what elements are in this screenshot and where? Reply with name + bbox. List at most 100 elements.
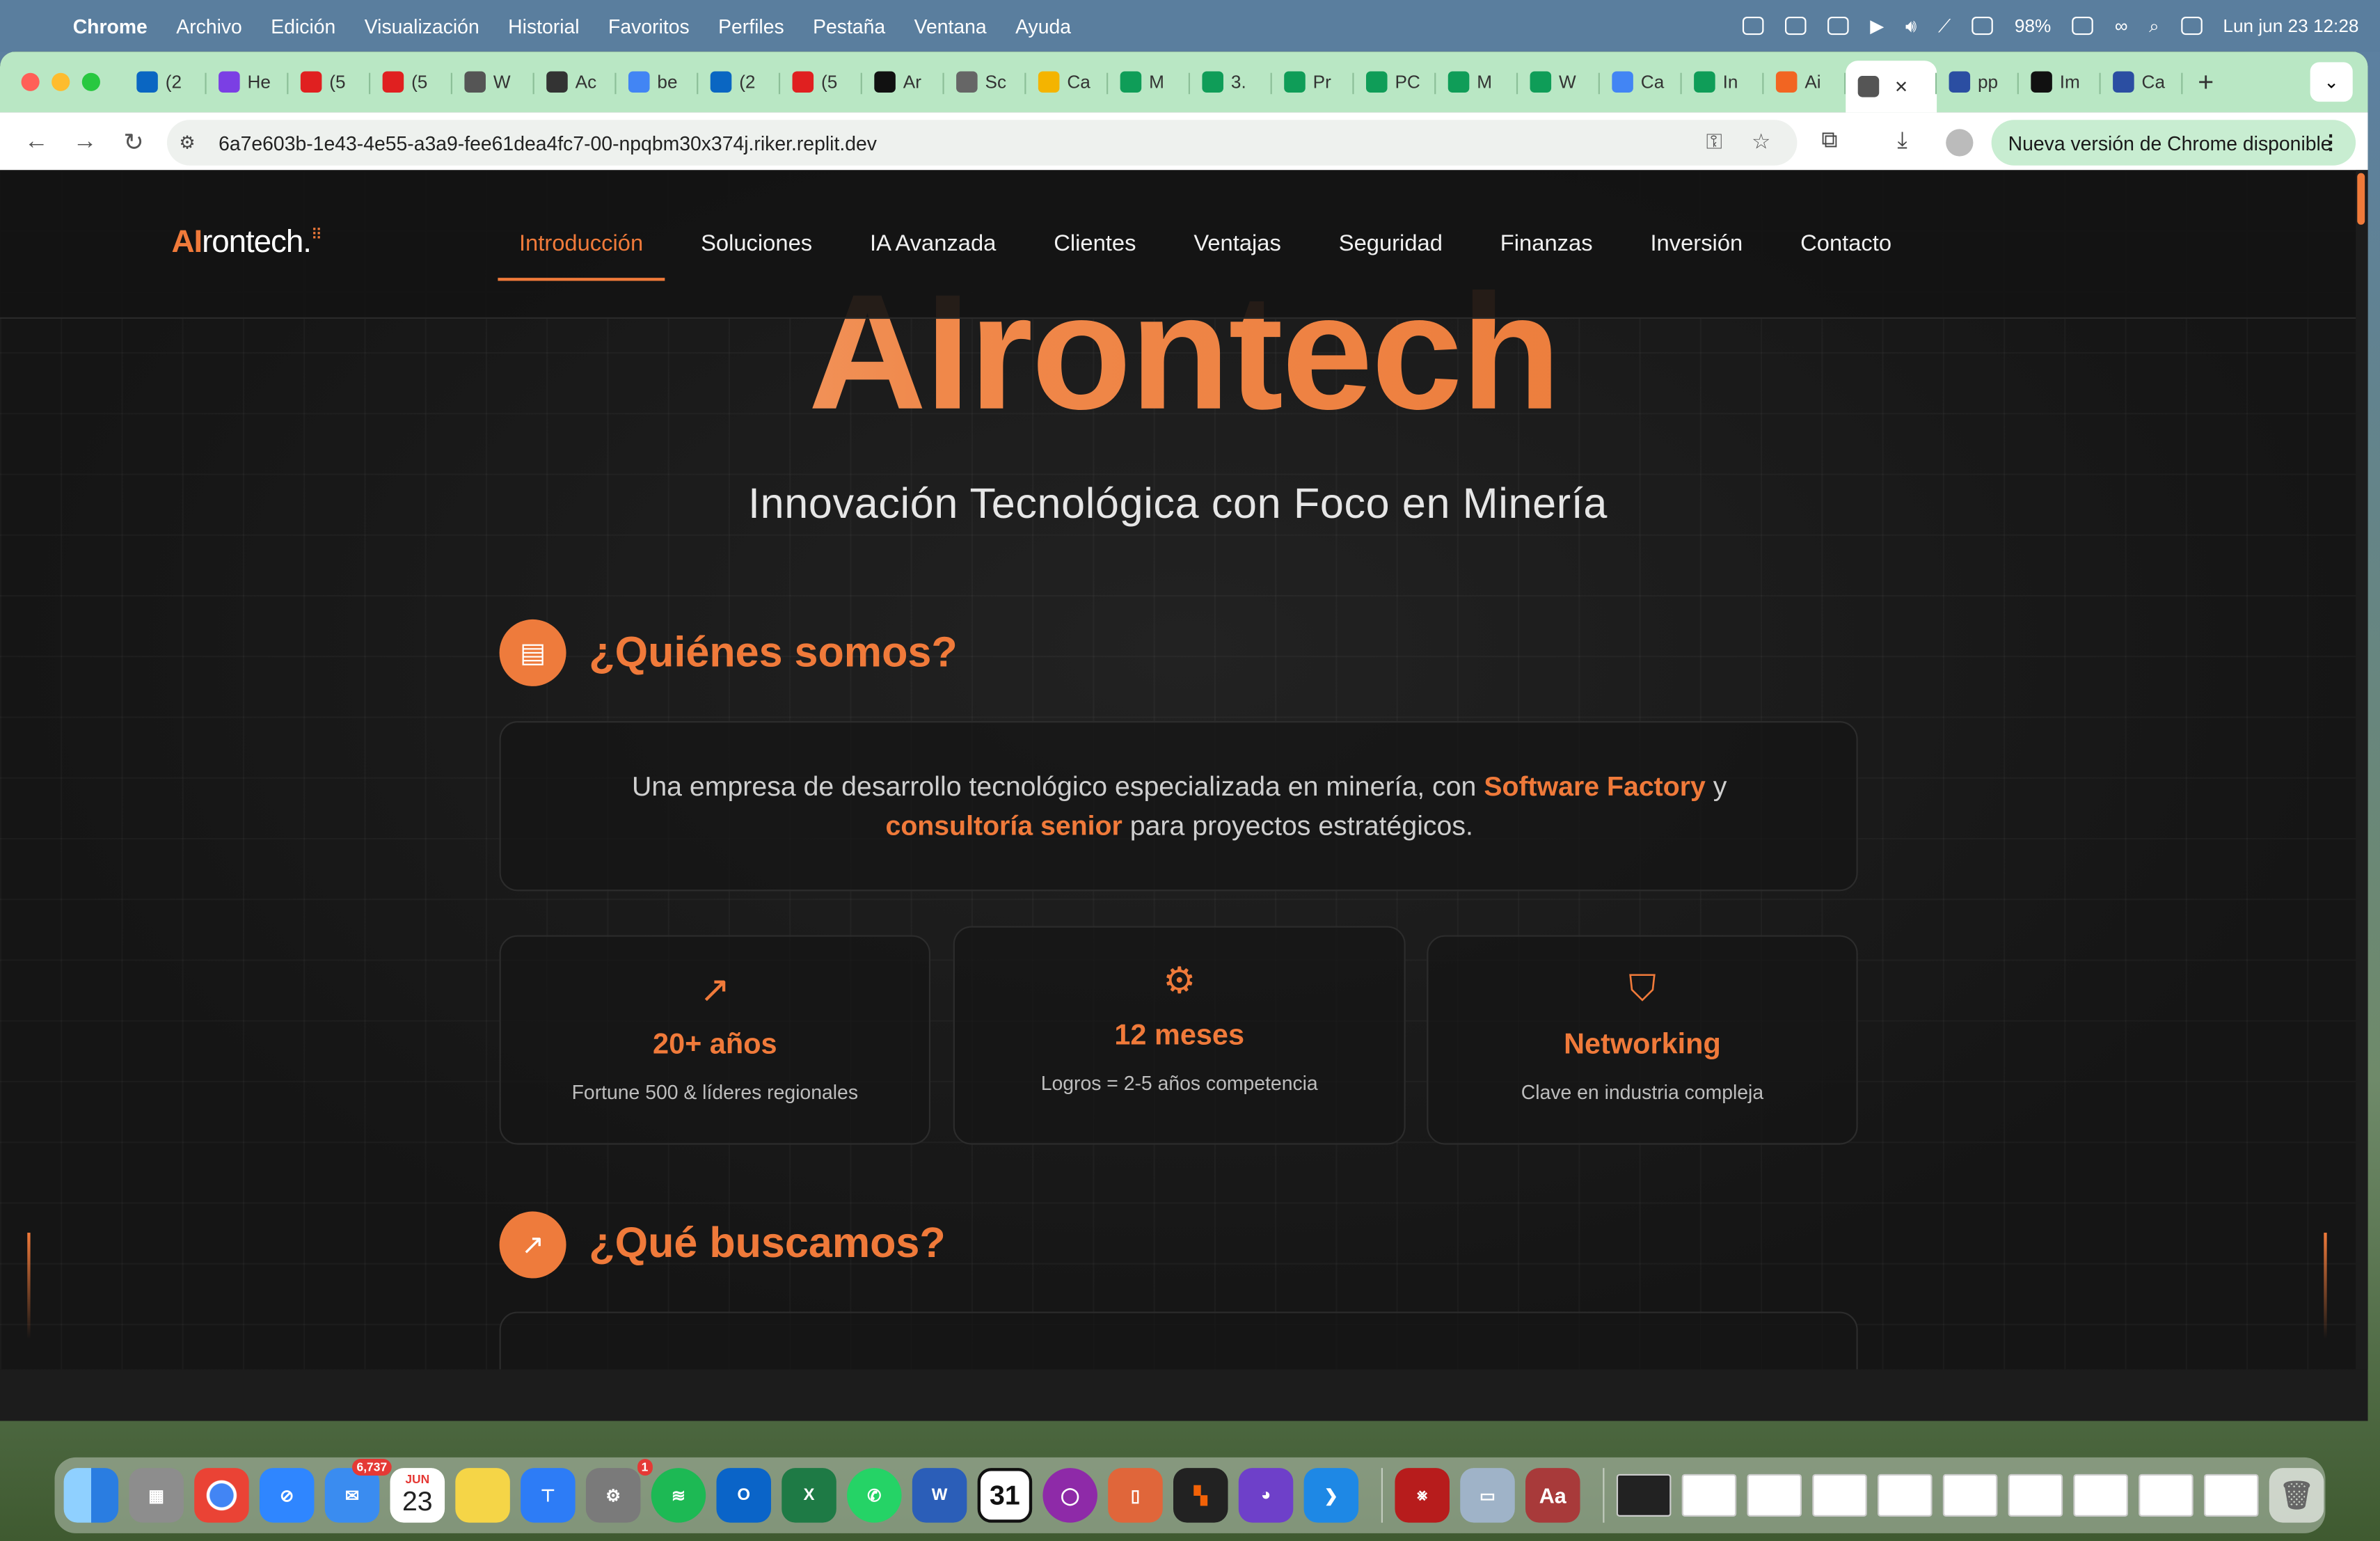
site-nav-7[interactable]: Inversión xyxy=(1629,228,1764,280)
calendar-icon[interactable]: JUN 23 xyxy=(390,1468,445,1523)
profile-avatar[interactable] xyxy=(1946,129,1974,157)
browser-tab[interactable]: (5 xyxy=(288,61,371,103)
bookmark-star-icon[interactable]: ☆ xyxy=(1752,129,1770,155)
browser-tab[interactable]: He xyxy=(207,61,289,103)
chrome-update-button[interactable]: Nueva versión de Chrome disponible ⋮ xyxy=(1991,120,2356,166)
trash-icon[interactable]: 🗑︎ xyxy=(2269,1468,2324,1523)
browser-tab[interactable]: be xyxy=(617,61,699,103)
finder-icon[interactable] xyxy=(63,1468,119,1523)
search-icon[interactable]: ⌕ xyxy=(2149,15,2159,38)
play-icon[interactable]: ▶ xyxy=(1870,15,1884,37)
launchpad-icon[interactable]: ▦ xyxy=(129,1468,184,1523)
circle-app-icon[interactable]: ◯ xyxy=(1042,1468,1097,1523)
menu-ventana[interactable]: Ventana xyxy=(914,15,987,38)
url-text[interactable]: 6a7e603b-1e43-4e55-a3a9-fee61dea4fc7-00-… xyxy=(219,132,877,155)
volume-icon[interactable]: 🔊︎ xyxy=(1905,15,1917,38)
minimized-window-thumb[interactable] xyxy=(2008,1473,2063,1517)
browser-tab[interactable]: Ca xyxy=(1026,61,1109,103)
minimized-window-thumb[interactable] xyxy=(1681,1473,1737,1517)
screen-mirroring-icon[interactable] xyxy=(1785,16,1807,35)
safari-icon[interactable]: ⊘ xyxy=(259,1468,315,1523)
word-icon[interactable]: W xyxy=(912,1468,967,1523)
zoom-window-button[interactable] xyxy=(81,72,100,91)
menu-perfiles[interactable]: Perfiles xyxy=(718,15,784,38)
browser-tab[interactable]: (2 xyxy=(698,61,781,103)
more-menu-icon[interactable]: ⋮ xyxy=(2321,131,2340,155)
site-nav-6[interactable]: Finanzas xyxy=(1479,228,1614,280)
site-nav-5[interactable]: Seguridad xyxy=(1317,228,1463,280)
outlook-icon[interactable]: O xyxy=(716,1468,772,1523)
back-icon[interactable]: ← xyxy=(22,129,52,156)
battery-icon[interactable] xyxy=(2072,16,2094,35)
browser-tab[interactable]: In xyxy=(1682,61,1764,103)
browser-tab[interactable]: pp xyxy=(1937,61,2019,103)
keyboard-icon[interactable] xyxy=(1972,16,1994,35)
scrollbar-thumb[interactable] xyxy=(2357,173,2365,225)
keynote-icon[interactable]: ⊤ xyxy=(521,1468,576,1523)
browser-tab[interactable]: Ar xyxy=(862,61,944,103)
menu-edicion[interactable]: Edición xyxy=(271,15,335,38)
password-key-icon[interactable]: ⚿ xyxy=(1706,129,1722,155)
menu-favoritos[interactable]: Favoritos xyxy=(608,15,690,38)
browser-tab[interactable]: (5 xyxy=(370,61,452,103)
address-bar[interactable]: ⚙ 6a7e603b-1e43-4e55-a3a9-fee61dea4fc7-0… xyxy=(166,120,1798,166)
site-nav-2[interactable]: IA Avanzada xyxy=(848,228,1017,280)
preview-icon[interactable]: ▭ xyxy=(1460,1468,1515,1523)
github-desktop-icon[interactable]: ◕ xyxy=(1238,1468,1294,1523)
notes-icon[interactable] xyxy=(455,1468,510,1523)
replit-icon[interactable]: ▚ xyxy=(1173,1468,1228,1523)
page-scrollbar[interactable] xyxy=(2356,170,2368,1370)
dictionary-icon[interactable]: Aa xyxy=(1525,1468,1580,1523)
browser-tab[interactable]: W xyxy=(452,61,534,103)
minimized-window-thumb[interactable] xyxy=(2203,1473,2259,1517)
browser-tab[interactable]: (2 xyxy=(125,61,207,103)
browser-tab[interactable]: 3. xyxy=(1190,61,1272,103)
menu-visualizacion[interactable]: Visualización xyxy=(365,15,479,38)
vscode-icon[interactable]: ❯ xyxy=(1303,1468,1359,1523)
browser-tab[interactable]: Pr xyxy=(1272,61,1354,103)
browser-tab[interactable]: M xyxy=(1436,61,1518,103)
whatsapp-icon[interactable]: ✆ xyxy=(847,1468,902,1523)
iphone-mirroring-icon[interactable]: ▯ xyxy=(1108,1468,1163,1523)
menu-archivo[interactable]: Archivo xyxy=(176,15,242,38)
outlook-status-icon[interactable] xyxy=(1743,16,1764,35)
minimize-window-button[interactable] xyxy=(51,72,70,91)
extensions-icon[interactable]: ⧉ xyxy=(1821,127,1837,153)
wifi-off-icon[interactable]: ⟋ xyxy=(1938,15,1951,38)
minimized-window-thumb[interactable] xyxy=(2073,1473,2128,1517)
minimized-window-thumb[interactable] xyxy=(1616,1473,1672,1517)
spotify-icon[interactable]: ≋ xyxy=(651,1468,706,1523)
mail-icon[interactable]: ✉ 6,737 xyxy=(324,1459,392,1523)
acrobat-icon[interactable]: ⨳ xyxy=(1395,1468,1450,1523)
browser-tab[interactable]: PC xyxy=(1354,61,1436,103)
reload-icon[interactable]: ↻ xyxy=(118,127,149,158)
browser-tab[interactable]: Ca xyxy=(2101,61,2183,103)
control-center-icon[interactable] xyxy=(2180,16,2202,35)
close-tab-icon[interactable]: ✕ xyxy=(1894,77,1908,96)
minimized-window-thumb[interactable] xyxy=(2139,1473,2193,1517)
minimized-window-thumb[interactable] xyxy=(1812,1473,1867,1517)
site-nav-8[interactable]: Contacto xyxy=(1779,228,1913,280)
minimized-window-thumb[interactable] xyxy=(1942,1473,1998,1517)
forward-icon[interactable]: → xyxy=(70,129,100,156)
menu-historial[interactable]: Historial xyxy=(508,15,579,38)
fantastical-icon[interactable]: 31 xyxy=(977,1468,1033,1523)
tab-search-button[interactable]: ⌄ xyxy=(2310,62,2353,102)
link-icon[interactable]: ∞ xyxy=(2115,15,2128,37)
tab-active[interactable]: ✕ xyxy=(1846,61,1937,113)
drive-status-icon[interactable] xyxy=(1827,16,1849,35)
site-nav-3[interactable]: Clientes xyxy=(1033,228,1157,280)
site-nav-0[interactable]: Introducción xyxy=(498,228,665,281)
menu-app-name[interactable]: Chrome xyxy=(73,15,148,38)
menu-pestana[interactable]: Pestaña xyxy=(813,15,885,38)
site-logo[interactable]: AIrontech.⠿ xyxy=(171,225,322,261)
menu-ayuda[interactable]: Ayuda xyxy=(1015,15,1071,38)
browser-tab[interactable]: Ai xyxy=(1763,61,1846,103)
close-window-button[interactable] xyxy=(21,72,40,91)
minimized-window-thumb[interactable] xyxy=(1878,1473,1933,1517)
excel-icon[interactable]: X xyxy=(782,1468,836,1523)
download-icon[interactable]: ⤓ xyxy=(1897,127,1907,153)
minimized-window-thumb[interactable] xyxy=(1747,1473,1802,1517)
site-nav-1[interactable]: Soluciones xyxy=(680,228,834,280)
browser-tab[interactable]: Im xyxy=(2019,61,2101,103)
